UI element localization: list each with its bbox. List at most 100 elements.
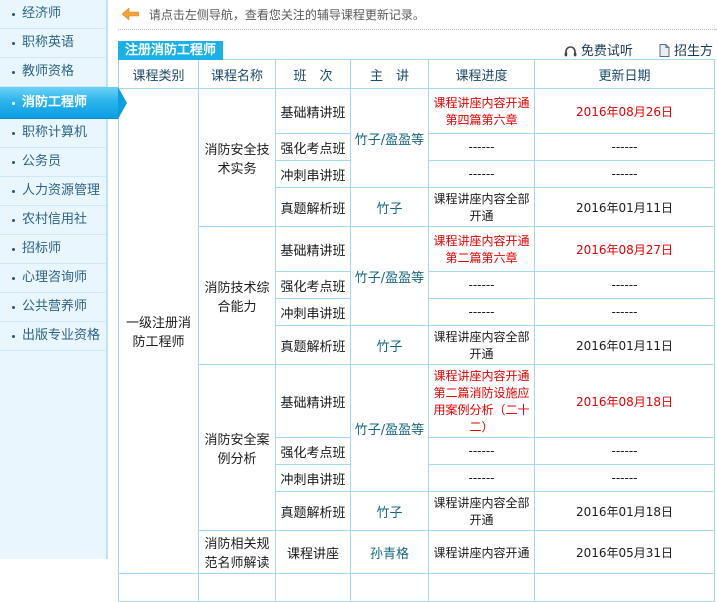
- date-cell: 2016年08月27日: [534, 226, 715, 272]
- progress-cell: ------: [428, 437, 535, 465]
- category-sidebar: 经济师 职称英语 教师资格 消防工程师 职称计算机 公务员 人力资源管理 农村信…: [0, 0, 127, 559]
- sidebar-item-label: 职称英语: [22, 35, 75, 50]
- sidebar-item-label: 人力资源管理: [22, 183, 101, 198]
- date-cell: [534, 573, 715, 602]
- sidebar-item-title-computer[interactable]: 职称计算机: [0, 119, 106, 148]
- course-cell: 消防安全技术实务: [198, 88, 276, 227]
- sidebar-item-label: 消防工程师: [22, 95, 88, 110]
- panel-header: 注册消防工程师 免费试听 招生方: [118, 39, 717, 60]
- document-icon: [659, 43, 670, 57]
- table-row: 一级注册消防工程师 消防安全技术实务 基础精讲班 竹子/盈盈等 课程讲座内容开通…: [118, 88, 715, 574]
- date-cell: 2016年08月18日: [534, 364, 715, 438]
- notice-bar: 请点击左侧导航，查看您关注的辅导课程更新记录。: [118, 0, 717, 30]
- class-cell: 基础精讲班: [275, 226, 351, 272]
- main-content: 请点击左侧导航，查看您关注的辅导课程更新记录。 注册消防工程师 免费试听 招生方…: [118, 0, 717, 602]
- date-cell: ------: [534, 437, 715, 465]
- class-cell: 冲刺串讲班: [275, 160, 351, 188]
- teacher-cell: 竹子: [350, 187, 429, 227]
- date-cell: 2016年05月31日: [534, 530, 715, 574]
- progress-cell: 课程讲座内容开通第二篇消防设施应用案例分析（二十二）: [428, 364, 535, 438]
- teacher-cell: 竹子/盈盈等: [350, 88, 429, 188]
- free-trial-link[interactable]: 免费试听: [564, 44, 633, 59]
- table-row: 消防安全案例分析 基础精讲班 竹子/盈盈等 课程讲座内容开通第二篇消防设施应用案…: [119, 364, 715, 531]
- progress-cell: ------: [428, 133, 535, 161]
- class-cell: 强化考点班: [275, 133, 351, 161]
- sidebar-item-label: 农村信用社: [22, 212, 88, 227]
- category-cell: [118, 573, 199, 602]
- category-cell: 一级注册消防工程师: [118, 88, 199, 574]
- sidebar-item-label: 心理咨询师: [22, 270, 88, 285]
- sidebar-item-label: 公共营养师: [22, 299, 88, 314]
- progress-cell: ------: [428, 271, 535, 299]
- class-cell: 真题解析班: [275, 491, 351, 531]
- progress-cell: 课程讲座内容全部开通: [428, 325, 535, 365]
- sidebar-item-economist[interactable]: 经济师: [0, 0, 106, 29]
- teacher-cell: 竹子/盈盈等: [350, 226, 429, 326]
- class-cell: 冲刺串讲班: [275, 464, 351, 492]
- orange-left-arrow-icon: [121, 1, 140, 31]
- teacher-cell: 竹子: [350, 325, 429, 365]
- progress-cell: ------: [428, 464, 535, 492]
- teacher-cell: 竹子: [350, 491, 429, 531]
- sidebar-item-teacher-cert[interactable]: 教师资格: [0, 58, 106, 87]
- progress-cell: 课程讲座内容开通第二篇第六章: [428, 226, 535, 272]
- enrollment-link[interactable]: 招生方: [659, 43, 713, 59]
- class-cell: 强化考点班: [275, 271, 351, 299]
- progress-cell: ------: [428, 160, 535, 188]
- date-cell: ------: [534, 271, 715, 299]
- date-cell: ------: [534, 133, 715, 161]
- sidebar-item-title-english[interactable]: 职称英语: [0, 29, 106, 58]
- teacher-cell: 孙青格: [350, 530, 429, 574]
- sidebar-item-label: 职称计算机: [22, 125, 88, 140]
- notice-text: 请点击左侧导航，查看您关注的辅导课程更新记录。: [148, 8, 425, 22]
- col-header-course: 课程名称: [198, 59, 276, 89]
- sidebar-item-fire-engineer[interactable]: 消防工程师: [0, 87, 127, 119]
- progress-cell: 课程讲座内容全部开通: [428, 491, 535, 531]
- sidebar-item-label: 出版专业资格: [22, 328, 101, 343]
- class-cell: 课程讲座: [275, 530, 351, 574]
- table-row: 消防技术综合能力 基础精讲班 竹子/盈盈等 课程讲座内容开通第二篇第六章 201…: [119, 226, 715, 365]
- sidebar-item-nutritionist[interactable]: 公共营养师: [0, 293, 106, 322]
- table-header-row: 课程类别 课程名称 班 次 主 讲 课程进度 更新日期: [118, 59, 715, 89]
- teacher-cell: [350, 573, 429, 602]
- date-cell: ------: [534, 298, 715, 326]
- date-cell: 2016年08月26日: [534, 88, 715, 134]
- class-cell: 真题解析班: [275, 325, 351, 365]
- sidebar-item-label: 招标师: [22, 241, 62, 256]
- progress-cell: 课程讲座内容开通第四篇第六章: [428, 88, 535, 134]
- sidebar-item-civil-servant[interactable]: 公务员: [0, 148, 106, 177]
- header-links: 免费试听 招生方: [542, 40, 713, 59]
- class-cell: 真题解析班: [275, 187, 351, 227]
- page-root: { "sidebar": { "items": [ { "label": "经济…: [0, 0, 717, 602]
- course-cell: 消防安全案例分析: [198, 364, 276, 531]
- sidebar-item-bidding[interactable]: 招标师: [0, 235, 106, 264]
- enrollment-label: 招生方: [673, 44, 713, 59]
- table-row: 消防相关规范名师解读 课程讲座 孙青格 课程讲座内容开通 2016年05月31日: [119, 530, 715, 574]
- progress-cell: [428, 573, 535, 602]
- date-cell: 2016年01月11日: [534, 187, 715, 227]
- course-update-table: 课程类别 课程名称 班 次 主 讲 课程进度 更新日期 一级注册消防工程师 消防…: [118, 59, 715, 602]
- teacher-cell: 竹子/盈盈等: [350, 364, 429, 492]
- date-cell: 2016年01月18日: [534, 491, 715, 531]
- table-row-partial: [118, 573, 715, 602]
- col-header-category: 课程类别: [118, 59, 199, 89]
- progress-cell: ------: [428, 298, 535, 326]
- sidebar-item-label: 公务员: [22, 154, 62, 169]
- date-cell: ------: [534, 464, 715, 492]
- free-trial-label: 免费试听: [580, 44, 633, 59]
- col-header-date: 更新日期: [534, 59, 715, 89]
- col-header-class: 班 次: [275, 59, 351, 89]
- sidebar-item-psych-counselor[interactable]: 心理咨询师: [0, 264, 106, 293]
- course-cell: [198, 573, 276, 602]
- tab-registered-fire-engineer[interactable]: 注册消防工程师: [118, 41, 224, 60]
- course-cell: 消防技术综合能力: [198, 226, 276, 365]
- sidebar-item-hr-management[interactable]: 人力资源管理: [0, 177, 106, 206]
- progress-cell: 课程讲座内容开通: [428, 530, 535, 574]
- class-cell: [275, 573, 351, 602]
- sidebar-item-publishing-cert[interactable]: 出版专业资格: [0, 322, 106, 351]
- sidebar-item-rural-credit[interactable]: 农村信用社: [0, 206, 106, 235]
- col-header-teacher: 主 讲: [350, 59, 429, 89]
- class-cell: 基础精讲班: [275, 364, 351, 438]
- date-cell: ------: [534, 160, 715, 188]
- col-header-progress: 课程进度: [428, 59, 535, 89]
